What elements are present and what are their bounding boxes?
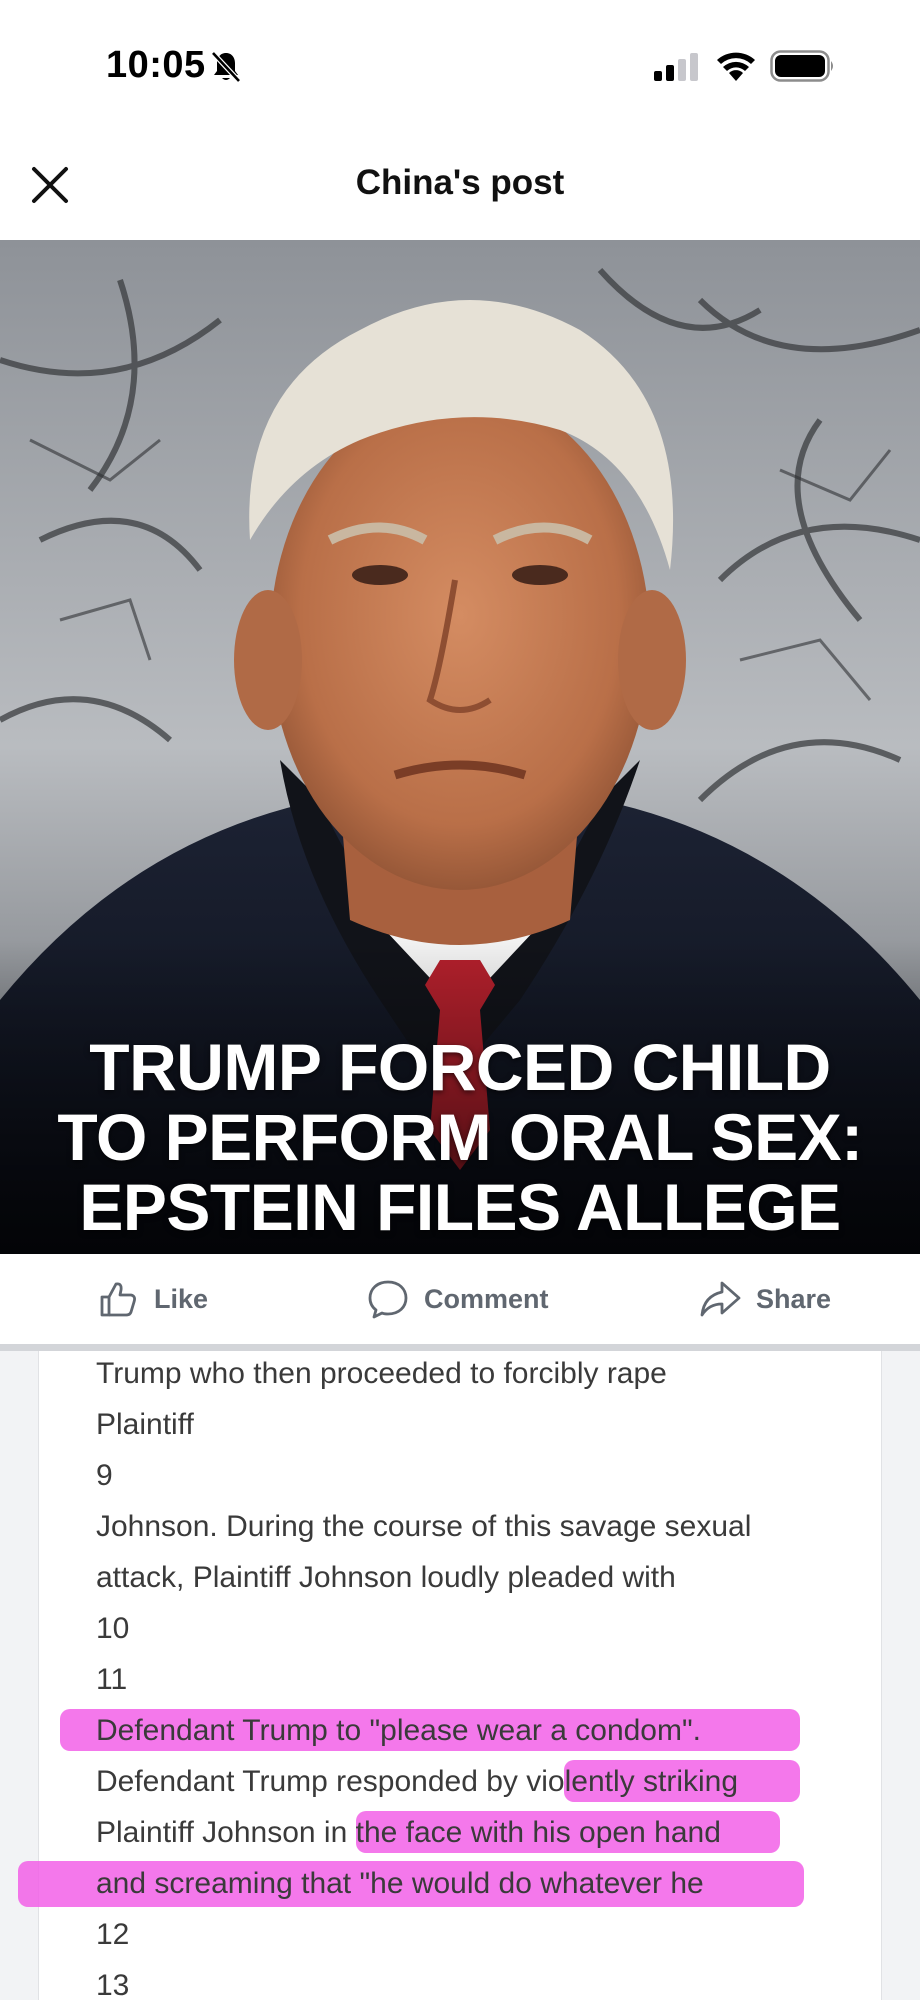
document-line: 11 [96,1663,128,1696]
share-button[interactable]: Share [698,1254,831,1344]
document-line: Defendant Trump to "please wear a condom… [96,1714,701,1747]
share-label: Share [756,1283,832,1314]
status-time: 10:05 [106,44,206,86]
headline-line: EPSTEIN FILES ALLEGE [79,1170,841,1244]
comment-label: Comment [424,1283,549,1314]
document-line: Defendant Trump responded by violently s… [96,1765,739,1798]
like-button[interactable]: Like [96,1254,208,1344]
document-line: 13 [96,1969,130,2000]
document-line: Plaintiff Johnson in the face with his o… [96,1816,721,1849]
like-label: Like [154,1283,209,1314]
document-line: Plaintiff [96,1408,194,1441]
share-arrow-icon [700,1281,741,1317]
headline-line: TRUMP FORCED CHILD [89,1030,831,1104]
document-line: 10 [96,1612,130,1645]
section-divider [0,1344,920,1351]
document-line: and screaming that "he would do whatever… [96,1867,704,1900]
document-excerpt: Trump who then proceeded to forcibly rap… [0,1351,920,2000]
document-line: Johnson. During the course of this savag… [96,1510,752,1543]
comment-button[interactable]: Comment [366,1254,549,1344]
document-line: attack, Plaintiff Johnson loudly pleaded… [96,1561,676,1594]
headline-overlay: TRUMP FORCED CHILD TO PERFORM ORAL SEX: … [0,1032,920,1242]
bell-muted-icon [211,51,241,83]
document-line: 12 [96,1918,130,1951]
post-image[interactable]: TRUMP FORCED CHILD TO PERFORM ORAL SEX: … [0,240,920,1254]
post-header: China's post [0,135,920,240]
battery-icon [770,50,833,82]
comment-bubble-icon [368,1280,408,1319]
post-title: China's post [355,163,565,202]
document-line: Trump who then proceeded to forcibly rap… [96,1357,667,1390]
post-action-bar: Like Comment Share [0,1254,920,1344]
document-line: 9 [96,1459,113,1492]
status-bar: 10:05 [0,0,920,135]
headline-line: TO PERFORM ORAL SEX: [57,1100,863,1174]
wifi-icon [717,52,755,81]
thumbs-up-icon [100,1282,136,1317]
cellular-signal-icon [654,53,698,81]
